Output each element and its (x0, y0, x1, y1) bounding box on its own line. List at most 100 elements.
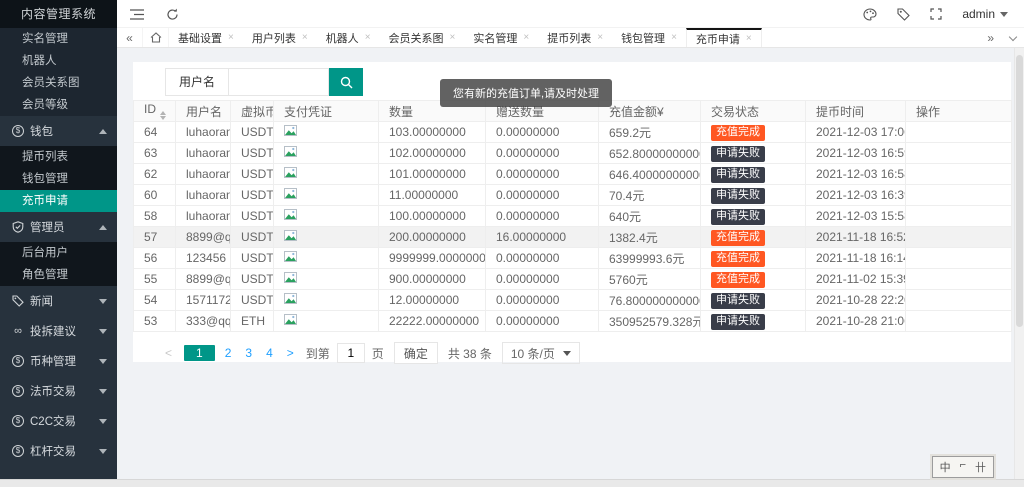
payment-proof-image-icon[interactable] (284, 230, 297, 241)
cell-payment-proof (274, 206, 379, 227)
payment-proof-image-icon[interactable] (284, 167, 297, 178)
payment-proof-image-icon[interactable] (284, 314, 297, 325)
sidebar-group[interactable]: $钱包 (0, 116, 117, 146)
ime-button[interactable]: 中 (940, 459, 951, 475)
refresh-icon[interactable] (166, 8, 179, 21)
cell-actions (906, 311, 1012, 332)
vertical-scrollbar[interactable] (1014, 48, 1024, 487)
tab[interactable]: 机器人× (317, 28, 380, 47)
cell-user: luhaoran... (176, 206, 231, 227)
sidebar-group-label: C2C交易 (30, 413, 76, 429)
collapse-menu-icon[interactable] (130, 9, 144, 20)
close-icon[interactable]: × (365, 32, 371, 43)
fullscreen-icon[interactable] (930, 8, 942, 20)
sidebar-group[interactable]: $币种管理 (0, 346, 117, 376)
sidebar-item[interactable]: 实名管理 (0, 28, 117, 50)
close-icon[interactable]: × (671, 32, 677, 43)
cell-quantity: 9999999.00000000 (379, 248, 486, 269)
cell-payment-proof (274, 185, 379, 206)
home-icon[interactable] (143, 28, 169, 47)
column-header: 虚拟币 (231, 101, 274, 122)
page-number-button[interactable]: 4 (266, 346, 273, 360)
goto-page-input[interactable] (337, 343, 365, 363)
admin-dropdown[interactable]: admin (962, 7, 1008, 21)
close-icon[interactable]: × (450, 32, 456, 43)
payment-proof-image-icon[interactable] (284, 125, 297, 136)
payment-proof-image-icon[interactable] (284, 251, 297, 262)
close-icon[interactable]: × (597, 32, 603, 43)
close-icon[interactable]: × (523, 32, 529, 43)
sidebar-item[interactable]: 会员等级 (0, 94, 117, 116)
page-number-button[interactable]: 2 (225, 346, 232, 360)
ime-button[interactable]: 卄 (975, 459, 986, 475)
sort-icon[interactable] (160, 111, 166, 120)
theme-palette-icon[interactable] (863, 8, 877, 21)
page-word-label: 页 (372, 345, 384, 362)
status-badge: 充值完成 (711, 272, 765, 288)
sidebar-item[interactable]: 充币申请 (0, 190, 117, 212)
status-badge: 申请失败 (711, 293, 765, 309)
sidebar-group-label: 新闻 (30, 293, 53, 309)
sidebar-item[interactable]: 钱包管理 (0, 168, 117, 190)
vertical-scrollbar-thumb[interactable] (1016, 55, 1023, 327)
ime-toolbar[interactable]: 中 ⌐ 卄 (932, 456, 994, 478)
horizontal-scrollbar[interactable] (0, 479, 1024, 487)
cell-quantity: 100.00000000 (379, 206, 486, 227)
payment-proof-image-icon[interactable] (284, 188, 297, 199)
cell-payment-proof (274, 143, 379, 164)
sidebar-group[interactable]: $杠杆交易 (0, 436, 117, 466)
tab-label: 提币列表 (547, 30, 591, 46)
cell-coin: USDT (231, 122, 274, 143)
search-button[interactable] (329, 68, 363, 96)
sidebar-group[interactable]: $法币交易 (0, 376, 117, 406)
sidebar-item[interactable]: 后台用户 (0, 242, 117, 264)
tab[interactable]: 钱包管理× (612, 28, 686, 47)
close-icon[interactable]: × (302, 32, 308, 43)
tab[interactable]: 基础设置× (169, 28, 243, 47)
cell-status: 充值完成 (701, 227, 806, 248)
payment-proof-image-icon[interactable] (284, 209, 297, 220)
cell-id: 55 (134, 269, 176, 290)
close-icon[interactable]: × (746, 33, 752, 44)
sidebar-item[interactable]: 机器人 (0, 50, 117, 72)
shield-check-icon (12, 221, 24, 233)
cell-time: 2021-11-18 16:14:57 (806, 248, 906, 269)
close-icon[interactable]: × (228, 32, 234, 43)
page-prev-button[interactable]: < (165, 346, 172, 360)
cell-amount: 652.8000000000001元 (599, 143, 701, 164)
tabs-scroll-right-button[interactable]: » (987, 31, 994, 45)
payment-proof-image-icon[interactable] (284, 293, 297, 304)
sidebar-group[interactable]: ∞ 投拆建议 (0, 316, 117, 346)
search-input[interactable] (229, 68, 329, 96)
payment-proof-image-icon[interactable] (284, 272, 297, 283)
tab[interactable]: 会员关系图× (380, 28, 465, 47)
sidebar-item[interactable]: 会员关系图 (0, 72, 117, 94)
cell-time: 2021-11-18 16:52:47 (806, 227, 906, 248)
sidebar-group[interactable]: 管理员 (0, 212, 117, 242)
cell-time: 2021-12-03 17:06:41 (806, 122, 906, 143)
sidebar-group-label: 投拆建议 (30, 323, 76, 339)
goto-confirm-button[interactable]: 确定 (394, 342, 438, 364)
tab[interactable]: 实名管理× (464, 28, 538, 47)
tag-icon[interactable] (897, 8, 910, 21)
page-number-button[interactable]: 1 (184, 345, 215, 361)
tabs-scroll-left-button[interactable]: « (117, 28, 143, 47)
sidebar-group[interactable]: 新闻 (0, 286, 117, 316)
page-size-select[interactable]: 10 条/页 (502, 342, 580, 364)
payment-proof-image-icon[interactable] (284, 146, 297, 157)
sidebar-group[interactable]: $C2C交易 (0, 406, 117, 436)
app-title: 内容管理系统 (0, 0, 117, 28)
ime-button[interactable]: ⌐ (960, 459, 966, 475)
page-next-button[interactable]: > (287, 346, 294, 360)
tab[interactable]: 用户列表× (243, 28, 317, 47)
cell-payment-proof (274, 311, 379, 332)
page-number-button[interactable]: 3 (245, 346, 252, 360)
sidebar-item[interactable]: 角色管理 (0, 264, 117, 286)
tab[interactable]: 充币申请× (686, 28, 762, 47)
tab[interactable]: 提币列表 × (538, 28, 612, 47)
cell-time: 2021-11-02 15:39:31 (806, 269, 906, 290)
link-icon: ∞ (12, 325, 24, 337)
sidebar-item[interactable]: 提币列表 (0, 146, 117, 168)
cell-gift: 0.00000000 (486, 248, 599, 269)
tab-options-chevron-icon[interactable] (1009, 32, 1017, 40)
